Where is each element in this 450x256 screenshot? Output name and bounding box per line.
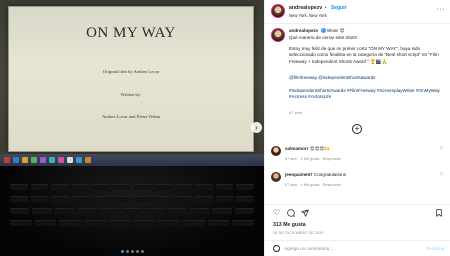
caption-avatar[interactable] [271, 28, 285, 42]
comment-meta: 67 sem 1 Me gusta Responder [285, 183, 341, 187]
post-side-panel: andrealopezv • Seguir New York, New York… [264, 0, 450, 256]
comment-input[interactable] [284, 244, 424, 253]
carousel-dot [130, 250, 134, 253]
comment-meta: 67 sem 1 Me gusta Responder [285, 157, 341, 161]
taskbar-app-icon [40, 157, 46, 163]
instagram-post-view: ON MY WAY Original idea by Andrea Lovar … [0, 0, 450, 256]
next-slide-button[interactable]: › [251, 122, 262, 133]
author-avatar[interactable] [271, 4, 285, 18]
comment-avatar[interactable] [271, 146, 281, 156]
comment-item: salmamorr 😍😍😍🙌 [285, 146, 435, 152]
comment-text: Congratulations [313, 172, 347, 177]
carousel-dot [140, 250, 144, 253]
keyboard-area [0, 166, 264, 256]
doc-credit-line: Original idea by Andrea Lovar [102, 69, 160, 74]
comment-likes[interactable]: 1 Me gusta [301, 157, 320, 161]
caption-text-2: Qué manera de cerrar este 2020! [289, 35, 357, 40]
more-horizontal-icon[interactable]: ··· [437, 6, 446, 13]
caption-mentions[interactable]: @filmfreeway @independentshortsawards [289, 75, 445, 81]
comment-time: 67 sem [285, 183, 298, 187]
carousel-indicator [0, 250, 264, 253]
caption-text-3: Estoy muy feliz de que mi primer corto "… [289, 46, 439, 64]
taskbar-app-icon [58, 157, 64, 163]
comment-likes[interactable]: 1 Me gusta [301, 183, 320, 187]
taskbar-app-icon [85, 157, 91, 163]
carousel-dot [135, 250, 139, 253]
post-location[interactable]: New York, New York [289, 13, 327, 18]
taskbar-app-icon [22, 157, 28, 163]
post-actions-bar: ♡ [265, 204, 450, 218]
taskbar-app-icon [76, 157, 82, 163]
comment-reply-button[interactable]: Responder [323, 157, 342, 161]
computer-taskbar [0, 154, 264, 166]
heart-icon[interactable]: ♡ [273, 209, 281, 217]
doc-authors-line: Andrea Lovar and Elena Viñeta [101, 114, 161, 119]
taskbar-app-icon [31, 157, 37, 163]
screenplay-document: ON MY WAY Original idea by Andrea Lovar … [8, 6, 254, 152]
caption-hashtags[interactable]: #IndependentShortsAwards #FilmFreeway #S… [289, 88, 445, 101]
carousel-dot [125, 250, 129, 253]
comment-username[interactable]: jeenpaime57 [285, 172, 313, 177]
caption-first-line: andrealopezv ✓ Wow! 😍 [289, 28, 445, 34]
follow-button[interactable]: Seguir [331, 5, 347, 11]
chevron-right-icon: › [255, 123, 258, 132]
caption-time: 67 sem [289, 110, 303, 115]
caption-text-1: Wow! 😍 [326, 28, 345, 33]
post-header: andrealopezv • Seguir New York, New York… [265, 0, 450, 24]
comment-text: 😍😍😍🙌 [309, 146, 330, 151]
plus-circle-icon[interactable]: + [352, 124, 362, 134]
comment-heart-icon[interactable]: ♡ [440, 146, 444, 152]
bookmark-icon[interactable] [435, 209, 443, 217]
emoji-icon[interactable] [273, 245, 280, 252]
comment-item: jeenpaime57 Congratulations [285, 172, 435, 178]
taskbar-app-icon [13, 157, 19, 163]
add-comment-bar: Publicar [265, 240, 450, 256]
author-username[interactable]: andrealopezv [289, 5, 322, 11]
comment-time: 67 sem [285, 157, 298, 161]
verified-badge-icon: ✓ [320, 28, 326, 34]
post-date: 18 DE DICIEMBRE DE 2020 [273, 231, 324, 235]
carousel-dot [120, 250, 124, 253]
comment-reply-button[interactable]: Responder [323, 183, 342, 187]
doc-written-by-line: Written by: [120, 92, 142, 97]
taskbar-app-icon [67, 157, 73, 163]
comment-avatar[interactable] [271, 172, 281, 182]
likes-count[interactable]: 313 Me gusta [273, 222, 306, 228]
paper-plane-icon[interactable] [301, 209, 309, 217]
caption-username[interactable]: andrealopezv [289, 28, 318, 33]
comment-icon[interactable] [287, 209, 295, 217]
publish-button[interactable]: Publicar [427, 246, 445, 251]
doc-title: ON MY WAY [86, 25, 176, 41]
comment-username[interactable]: salmamorr [285, 146, 309, 151]
header-separator: • [325, 5, 327, 10]
comment-heart-icon[interactable]: ♡ [440, 172, 444, 178]
taskbar-app-icon [4, 157, 10, 163]
post-media[interactable]: ON MY WAY Original idea by Andrea Lovar … [0, 0, 264, 256]
taskbar-app-icon [49, 157, 55, 163]
